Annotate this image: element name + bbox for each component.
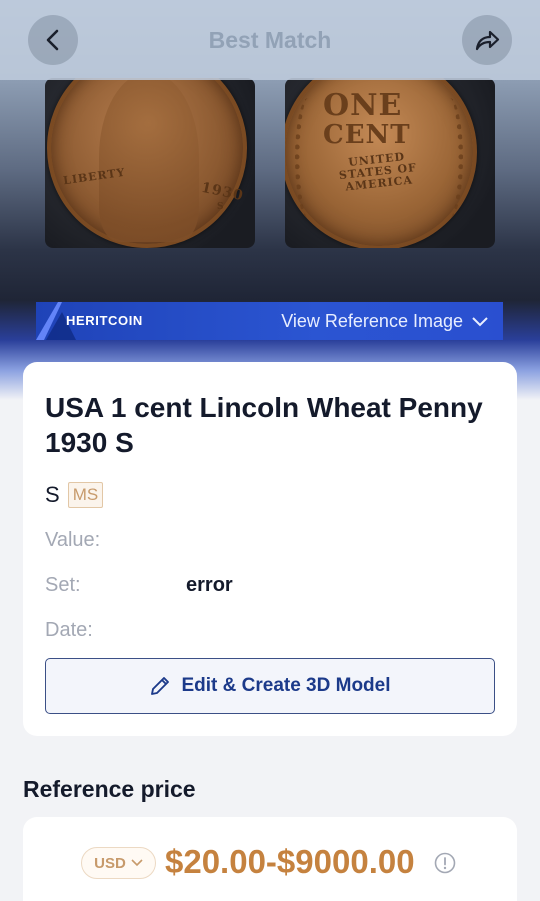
set-label: Set: bbox=[45, 574, 81, 596]
reference-price-card: USD $20.00-$9000.00 bbox=[23, 817, 517, 901]
edit-button-label: Edit & Create 3D Model bbox=[181, 675, 391, 696]
mint-mark: S bbox=[45, 482, 60, 507]
coin-cent-text: CENT bbox=[323, 120, 411, 150]
grade-badge: MS bbox=[67, 482, 104, 508]
coin-reverse: ONE CENT UNITED STATES OF AMERICA bbox=[285, 78, 477, 248]
currency-label: USD bbox=[94, 854, 126, 872]
coin-country-text: UNITED STATES OF AMERICA bbox=[338, 150, 418, 194]
info-circle-icon[interactable] bbox=[434, 852, 456, 874]
reference-banner[interactable]: HERITCOIN View Reference Image bbox=[36, 302, 503, 340]
reference-price-title: Reference price bbox=[23, 776, 196, 802]
page-title: Best Match bbox=[208, 27, 332, 53]
edit-create-3d-model-button[interactable]: Edit & Create 3D Model bbox=[45, 658, 495, 714]
chevron-down-icon bbox=[131, 859, 143, 867]
coin-mint-text: S bbox=[217, 202, 225, 212]
pencil-icon bbox=[151, 677, 170, 695]
obverse-image[interactable]: LIBERTY 1930 S bbox=[45, 78, 255, 248]
price-range: $20.00-$9000.00 bbox=[165, 843, 415, 880]
wheat-stalk-right bbox=[437, 98, 463, 218]
share-button[interactable] bbox=[462, 15, 512, 65]
brand-name: HERITCOIN bbox=[66, 313, 143, 328]
wheat-stalk-left bbox=[295, 98, 321, 218]
coin-year-text: 1930 bbox=[199, 179, 246, 205]
date-label: Date: bbox=[45, 619, 93, 641]
coin-one-text: ONE bbox=[323, 88, 403, 123]
lincoln-bust bbox=[99, 78, 199, 242]
view-reference-image-link[interactable]: View Reference Image bbox=[281, 311, 489, 332]
currency-select[interactable]: USD bbox=[81, 847, 156, 879]
coin-title: USA 1 cent Lincoln Wheat Penny 1930 S bbox=[45, 392, 483, 458]
top-bar: Best Match bbox=[0, 0, 540, 80]
coin-obverse: LIBERTY 1930 S bbox=[47, 78, 247, 248]
reverse-image[interactable]: ONE CENT UNITED STATES OF AMERICA bbox=[285, 78, 495, 248]
coin-info-card: USA 1 cent Lincoln Wheat Penny 1930 S S … bbox=[23, 362, 517, 736]
grade-row: S MS bbox=[45, 482, 104, 508]
view-reference-label: View Reference Image bbox=[281, 311, 463, 331]
value-label: Value: bbox=[45, 529, 101, 551]
share-arrow-icon bbox=[475, 30, 500, 51]
set-value: error bbox=[186, 574, 233, 596]
chevron-down-icon bbox=[472, 316, 488, 326]
